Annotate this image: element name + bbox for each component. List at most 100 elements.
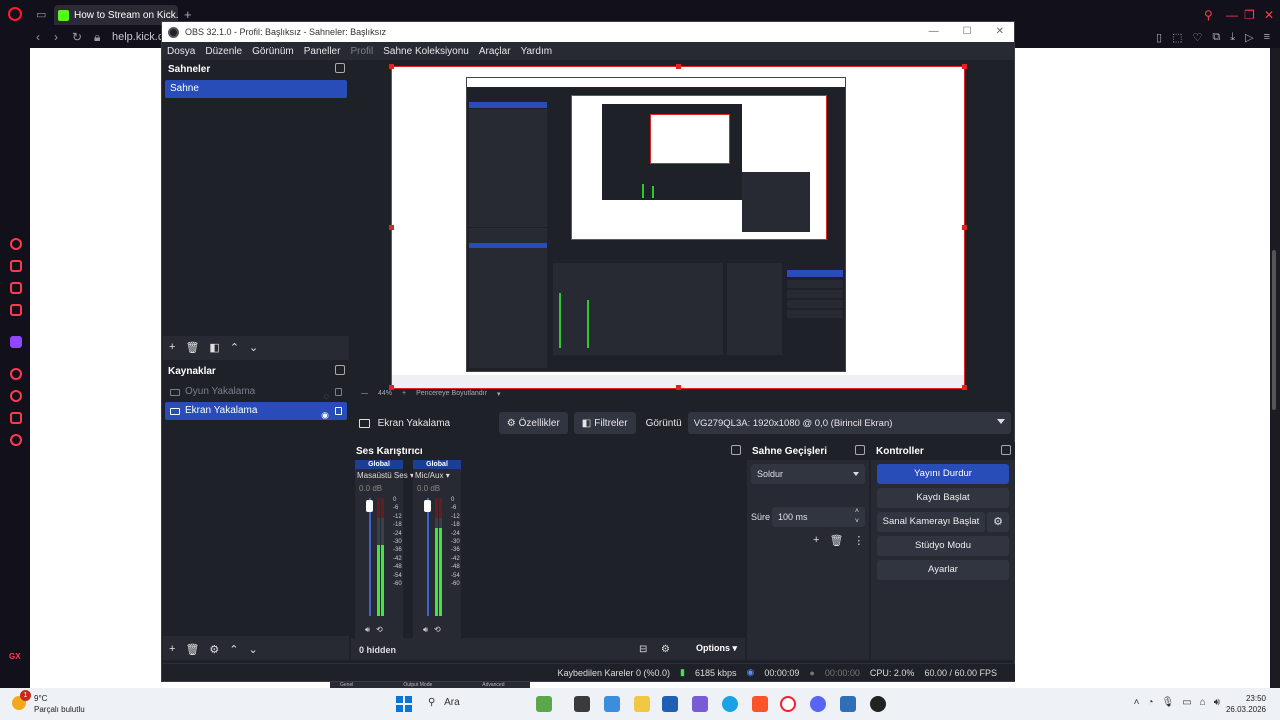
- clock[interactable]: 23:50 26.03.2026: [1226, 693, 1266, 715]
- browser-maximize-icon[interactable]: ❐: [1244, 8, 1255, 22]
- new-tab-icon[interactable]: +: [184, 7, 192, 22]
- move-up-icon[interactable]: ⌃: [229, 643, 238, 656]
- obs-minimize-icon[interactable]: —: [929, 26, 939, 37]
- menu-yardim[interactable]: Yardım: [521, 46, 553, 57]
- layout-icon[interactable]: ⊟: [639, 644, 647, 655]
- source-properties-icon[interactable]: ⚙: [209, 643, 219, 656]
- volume-fader[interactable]: [369, 498, 371, 616]
- taskbar-app-explorer-dark[interactable]: [574, 696, 590, 712]
- move-down-icon[interactable]: ⌄: [249, 341, 258, 354]
- lock-icon[interactable]: [335, 388, 342, 396]
- remove-transition-icon[interactable]: 🗑︎: [829, 534, 843, 547]
- browser-close-icon[interactable]: ✕: [1264, 8, 1274, 22]
- taskbar-app-edge[interactable]: [722, 696, 738, 712]
- menu-sahne-koleksiyonu[interactable]: Sahne Koleksiyonu: [383, 46, 469, 57]
- start-icon[interactable]: [396, 696, 412, 712]
- taskbar-app-opera[interactable]: [780, 696, 796, 712]
- tray-chevron-icon[interactable]: ˄: [1134, 697, 1140, 708]
- move-down-icon[interactable]: ⌄: [249, 643, 258, 656]
- opera-logo-icon[interactable]: [8, 7, 22, 21]
- options-button[interactable]: Options ▾: [696, 643, 737, 654]
- clock-side-icon[interactable]: [10, 390, 22, 402]
- tray-app-icon[interactable]: ◔: [1147, 697, 1153, 708]
- add-transition-icon[interactable]: +: [813, 534, 819, 547]
- controls-undock-icon[interactable]: [1001, 445, 1011, 455]
- page-scrollbar[interactable]: [1272, 250, 1276, 410]
- duration-input[interactable]: 100 ms ˄ ˅: [772, 507, 865, 527]
- visibility-icon[interactable]: ◉: [321, 406, 329, 424]
- channel-name[interactable]: Masaüstü Ses ▾: [355, 471, 414, 480]
- scene-item[interactable]: Sahne: [165, 80, 347, 98]
- transition-select[interactable]: Soldur: [751, 464, 865, 484]
- taskbar-app-photos[interactable]: [840, 696, 856, 712]
- volume-fader-knob[interactable]: [366, 500, 373, 512]
- menu-profil[interactable]: Profil: [350, 46, 373, 57]
- taskbar-app-purple[interactable]: [692, 696, 708, 712]
- move-up-icon[interactable]: ⌃: [230, 341, 239, 354]
- menu-gorunum[interactable]: Görünüm: [252, 46, 294, 57]
- weather-widget[interactable]: 9°C Parçalı bulutlu: [34, 693, 85, 715]
- taskbar-app-brave[interactable]: [752, 696, 768, 712]
- menu-araclar[interactable]: Araçlar: [479, 46, 511, 57]
- start-recording-button[interactable]: Kaydı Başlat: [877, 488, 1009, 508]
- zoom-in-icon[interactable]: +: [402, 390, 406, 398]
- extensions-icon[interactable]: ⧉: [1212, 31, 1220, 44]
- menu-duzenle[interactable]: Düzenle: [205, 46, 242, 57]
- settings-side-icon[interactable]: [10, 434, 22, 446]
- sources-undock-icon[interactable]: [335, 365, 345, 375]
- menu-paneller[interactable]: Paneller: [304, 46, 341, 57]
- network-icon[interactable]: ⌂: [1200, 697, 1206, 708]
- mixer-settings-icon[interactable]: ⚙: [661, 644, 670, 655]
- lock-icon[interactable]: [335, 407, 342, 415]
- mixer-undock-icon[interactable]: [731, 445, 741, 455]
- gx-corner-icon[interactable]: [10, 238, 22, 250]
- remove-source-icon[interactable]: 🗑︎: [185, 643, 199, 656]
- stepper-icon[interactable]: ˄ ˅: [855, 507, 859, 527]
- studio-mode-button[interactable]: Stüdyo Modu: [877, 536, 1009, 556]
- history-side-icon[interactable]: [10, 368, 22, 380]
- filters-button[interactable]: ◧ Filtreler: [573, 412, 636, 434]
- zoom-dropdown-icon[interactable]: ▾: [497, 390, 501, 398]
- extensions-side-icon[interactable]: [10, 412, 22, 424]
- download-icon[interactable]: ⤓: [1230, 31, 1235, 44]
- transitions-undock-icon[interactable]: [855, 445, 865, 455]
- transition-menu-icon[interactable]: ⋮: [853, 534, 864, 547]
- monitor-audio-icon[interactable]: ⟲: [434, 625, 441, 635]
- taskbar-app-widget[interactable]: [536, 696, 552, 712]
- obs-maximize-icon[interactable]: ☐: [963, 26, 972, 37]
- preview-canvas[interactable]: [389, 64, 967, 390]
- taskbar-search[interactable]: ⚲ Ara: [428, 697, 460, 708]
- stop-stream-button[interactable]: Yayını Durdur: [877, 464, 1009, 484]
- monitor-audio-icon[interactable]: ⟲: [376, 625, 383, 635]
- taskbar-app-obs[interactable]: [870, 696, 886, 712]
- fit-to-window[interactable]: Pencereye Boyutlandır: [416, 390, 487, 398]
- properties-button[interactable]: ⚙ Özellikler: [498, 412, 568, 434]
- display-select[interactable]: VG279QL3A: 1920x1080 @ 0,0 (Birincil Ekr…: [687, 412, 1011, 434]
- browser-search-icon[interactable]: ⚲: [1204, 8, 1213, 22]
- player-icon[interactable]: ▷: [1245, 31, 1253, 44]
- volume-icon[interactable]: 🔊︎: [1214, 697, 1220, 708]
- obs-close-icon[interactable]: ✕: [996, 26, 1004, 37]
- twitch-side-icon[interactable]: [10, 336, 22, 348]
- reload-icon[interactable]: ↻: [72, 30, 82, 44]
- menu-icon[interactable]: ≡: [1264, 31, 1270, 44]
- channel-dropdown-icon[interactable]: ▾: [446, 471, 450, 480]
- tab-menu-icon[interactable]: ▭: [36, 8, 46, 21]
- whatsapp-side-icon[interactable]: [10, 304, 22, 316]
- player-side-icon[interactable]: [10, 260, 22, 272]
- forward-icon[interactable]: ›: [54, 30, 58, 44]
- add-source-icon[interactable]: +: [169, 643, 175, 655]
- channel-name[interactable]: Mic/Aux ▾: [413, 471, 461, 480]
- zoom-out-icon[interactable]: —: [361, 390, 368, 398]
- virtual-camera-settings-icon[interactable]: ⚙: [987, 512, 1009, 532]
- volume-fader-knob[interactable]: [424, 500, 431, 512]
- split-icon[interactable]: ▯: [1156, 31, 1162, 44]
- scene-filters-icon[interactable]: ◧: [209, 341, 219, 354]
- snapshot-icon[interactable]: ⬚: [1172, 31, 1182, 44]
- browser-minimize-icon[interactable]: —: [1226, 8, 1238, 22]
- messenger-side-icon[interactable]: [10, 282, 22, 294]
- source-item[interactable]: Oyun Yakalama ◌: [165, 383, 347, 401]
- source-item[interactable]: Ekran Yakalama ◉: [165, 402, 347, 420]
- microphone-icon[interactable]: 🎙︎: [1161, 697, 1174, 708]
- bookmark-icon[interactable]: ♡: [1193, 31, 1203, 44]
